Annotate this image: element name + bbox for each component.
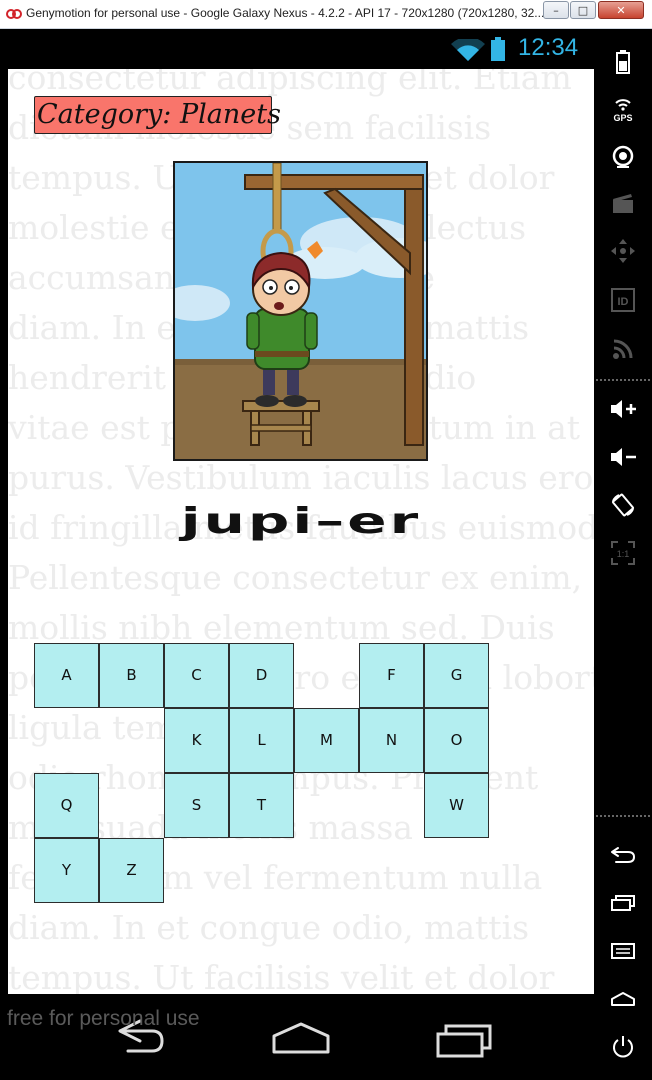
minimize-button[interactable]: –: [543, 1, 569, 19]
gps-icon[interactable]: GPS: [594, 87, 652, 131]
power-icon[interactable]: [594, 1025, 652, 1069]
category-label: Category: Planets: [34, 96, 281, 134]
id-icon[interactable]: ID: [594, 278, 652, 322]
genymotion-toolbar: GPS ID 1:1: [594, 29, 652, 1080]
window-titlebar[interactable]: Genymotion for personal use - Google Gal…: [0, 0, 652, 29]
window-title: Genymotion for personal use - Google Gal…: [26, 6, 545, 20]
key-n[interactable]: N: [359, 708, 424, 773]
rss-icon[interactable]: [594, 327, 652, 371]
home-icon[interactable]: [266, 994, 336, 1080]
watermark-text: free for personal use: [7, 1007, 200, 1030]
key-w[interactable]: W: [424, 773, 489, 838]
background-text-line: tempus. Ut facilisis velit et dolor: [8, 958, 555, 994]
close-button[interactable]: ✕: [598, 1, 644, 19]
key-o[interactable]: O: [424, 708, 489, 773]
key-f[interactable]: F: [359, 643, 424, 708]
pixel-perfect-label: 1:1: [617, 549, 630, 559]
menu-icon[interactable]: [594, 929, 652, 973]
pixel-perfect-icon[interactable]: 1:1: [594, 531, 652, 575]
hangman-app: consectetur adipiscing elit. Etiamdictum…: [8, 69, 594, 994]
key-b[interactable]: B: [99, 643, 164, 708]
camera-icon[interactable]: [594, 135, 652, 179]
key-q[interactable]: Q: [34, 773, 99, 838]
maximize-button[interactable]: □: [570, 1, 596, 19]
recent-apps-icon[interactable]: [594, 881, 652, 925]
guessed-word: jupi–er: [180, 499, 422, 542]
status-bar: 12:34: [8, 29, 594, 69]
key-y[interactable]: Y: [34, 838, 99, 903]
home-icon[interactable]: [594, 977, 652, 1021]
id-label: ID: [618, 296, 629, 308]
genymotion-logo-icon: [6, 8, 22, 19]
back-icon[interactable]: [594, 833, 652, 877]
key-z[interactable]: Z: [99, 838, 164, 903]
key-d[interactable]: D: [229, 643, 294, 708]
clock: 12:34: [518, 34, 579, 61]
key-m[interactable]: M: [294, 708, 359, 773]
volume-down-icon[interactable]: [594, 435, 652, 479]
device-screen: 12:34 consectetur adipiscing elit. Etiam…: [8, 29, 594, 1080]
key-l[interactable]: L: [229, 708, 294, 773]
gps-label: GPS: [613, 113, 632, 122]
key-t[interactable]: T: [229, 773, 294, 838]
volume-up-icon[interactable]: [594, 387, 652, 431]
recent-apps-icon[interactable]: [432, 994, 500, 1080]
background-text-line: Pellentesque consectetur ex enim, et: [8, 558, 594, 597]
key-c[interactable]: C: [164, 643, 229, 708]
toolbar-separator: [596, 379, 650, 381]
battery-icon[interactable]: [594, 40, 652, 84]
key-a[interactable]: A: [34, 643, 99, 708]
wifi-icon: [451, 39, 485, 61]
rotate-icon[interactable]: [594, 483, 652, 527]
hangman-image: [173, 161, 428, 461]
battery-icon: [491, 37, 505, 61]
key-g[interactable]: G: [424, 643, 489, 708]
background-text-line: diam. In et congue odio, mattis: [8, 908, 530, 947]
toolbar-separator: [596, 815, 650, 817]
key-s[interactable]: S: [164, 773, 229, 838]
video-capture-icon[interactable]: [594, 182, 652, 226]
dpad-icon[interactable]: [594, 229, 652, 273]
key-k[interactable]: K: [164, 708, 229, 773]
